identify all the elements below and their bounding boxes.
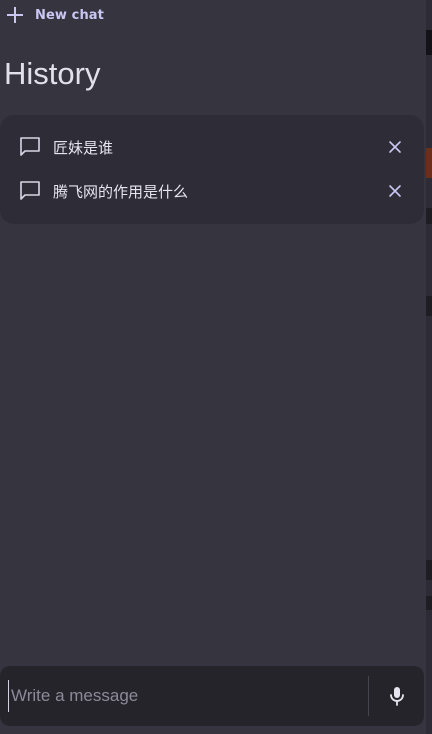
history-list: 匠妹是谁 腾飞网的作用是什么 [0, 115, 424, 224]
close-icon[interactable] [386, 182, 404, 200]
new-chat-button[interactable]: New chat [7, 5, 104, 25]
background-edge [426, 0, 432, 734]
chat-bubble-icon [20, 181, 40, 200]
history-item-label: 匠妹是谁 [53, 138, 114, 157]
edge-block [426, 596, 432, 610]
history-item[interactable]: 匠妹是谁 [0, 125, 424, 169]
history-title: History [4, 56, 101, 91]
new-chat-label: New chat [35, 7, 104, 23]
microphone-icon[interactable] [385, 684, 409, 708]
edge-block [426, 148, 432, 178]
plus-icon [7, 7, 23, 23]
message-composer [0, 666, 424, 726]
chat-bubble-icon [20, 137, 40, 156]
close-icon[interactable] [386, 138, 404, 156]
edge-block [426, 296, 432, 316]
history-item-label: 腾飞网的作用是什么 [53, 182, 189, 201]
composer-divider [368, 676, 369, 716]
history-item[interactable]: 腾飞网的作用是什么 [0, 169, 424, 213]
edge-block [426, 208, 432, 224]
message-input[interactable] [8, 680, 363, 712]
edge-block [426, 30, 432, 55]
edge-block [426, 560, 432, 580]
chat-sidebar: New chat History 匠妹是谁 腾飞网的作用是什么 [0, 0, 432, 734]
